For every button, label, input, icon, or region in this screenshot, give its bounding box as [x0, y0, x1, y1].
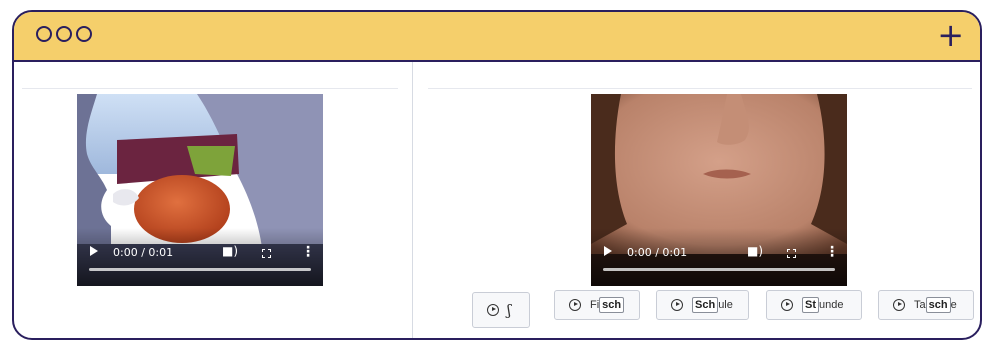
play-circle-icon: [781, 299, 793, 311]
word-button-tasche[interactable]: Ta sch e: [878, 290, 974, 320]
word-suffix: e: [950, 299, 957, 311]
phoneme-symbol: ʃ: [507, 301, 512, 319]
volume-icon[interactable]: ■): [222, 244, 238, 258]
volume-icon[interactable]: ■): [747, 244, 763, 258]
play-icon[interactable]: [90, 246, 98, 256]
word-button-stunde[interactable]: St unde: [766, 290, 862, 320]
video-progress-bar[interactable]: [603, 268, 835, 271]
more-options-icon[interactable]: ⋮: [825, 244, 839, 260]
play-circle-icon: [671, 299, 683, 311]
word-suffix: ule: [718, 299, 733, 311]
more-options-icon[interactable]: ⋮: [301, 244, 315, 260]
video-time: 0:00 / 0:01: [627, 246, 688, 259]
word-highlight: Sch: [692, 297, 719, 313]
word-prefix: Ta: [914, 299, 926, 311]
add-icon[interactable]: +: [937, 19, 964, 51]
fullscreen-icon[interactable]: [787, 249, 796, 258]
sound-play-button[interactable]: ʃ: [472, 292, 530, 328]
word-highlight: sch: [599, 297, 625, 313]
word-suffix: unde: [819, 299, 844, 311]
play-circle-icon: [487, 304, 499, 316]
articulation-video[interactable]: 0:00 / 0:01 ■) ⋮: [77, 94, 323, 286]
word-button-schule[interactable]: Sch ule: [656, 290, 749, 320]
right-panel-rule: [428, 88, 972, 89]
window-dot-3[interactable]: [76, 26, 92, 42]
window-dot-2[interactable]: [56, 26, 72, 42]
fullscreen-icon[interactable]: [262, 249, 271, 258]
panel-divider: [412, 62, 413, 338]
word-button-fisch[interactable]: Fi sch: [554, 290, 640, 320]
video-time: 0:00 / 0:01: [113, 246, 174, 259]
play-circle-icon: [569, 299, 581, 311]
word-highlight: sch: [925, 297, 951, 313]
word-highlight: St: [802, 297, 819, 313]
word-prefix: Fi: [590, 299, 600, 311]
left-panel-rule: [22, 88, 398, 89]
speaker-video[interactable]: 0:00 / 0:01 ■) ⋮: [591, 94, 847, 286]
window-dot-1[interactable]: [36, 26, 52, 42]
video-progress-bar[interactable]: [89, 268, 311, 271]
play-circle-icon: [893, 299, 905, 311]
title-bar: +: [14, 12, 980, 62]
play-icon[interactable]: [604, 246, 612, 256]
